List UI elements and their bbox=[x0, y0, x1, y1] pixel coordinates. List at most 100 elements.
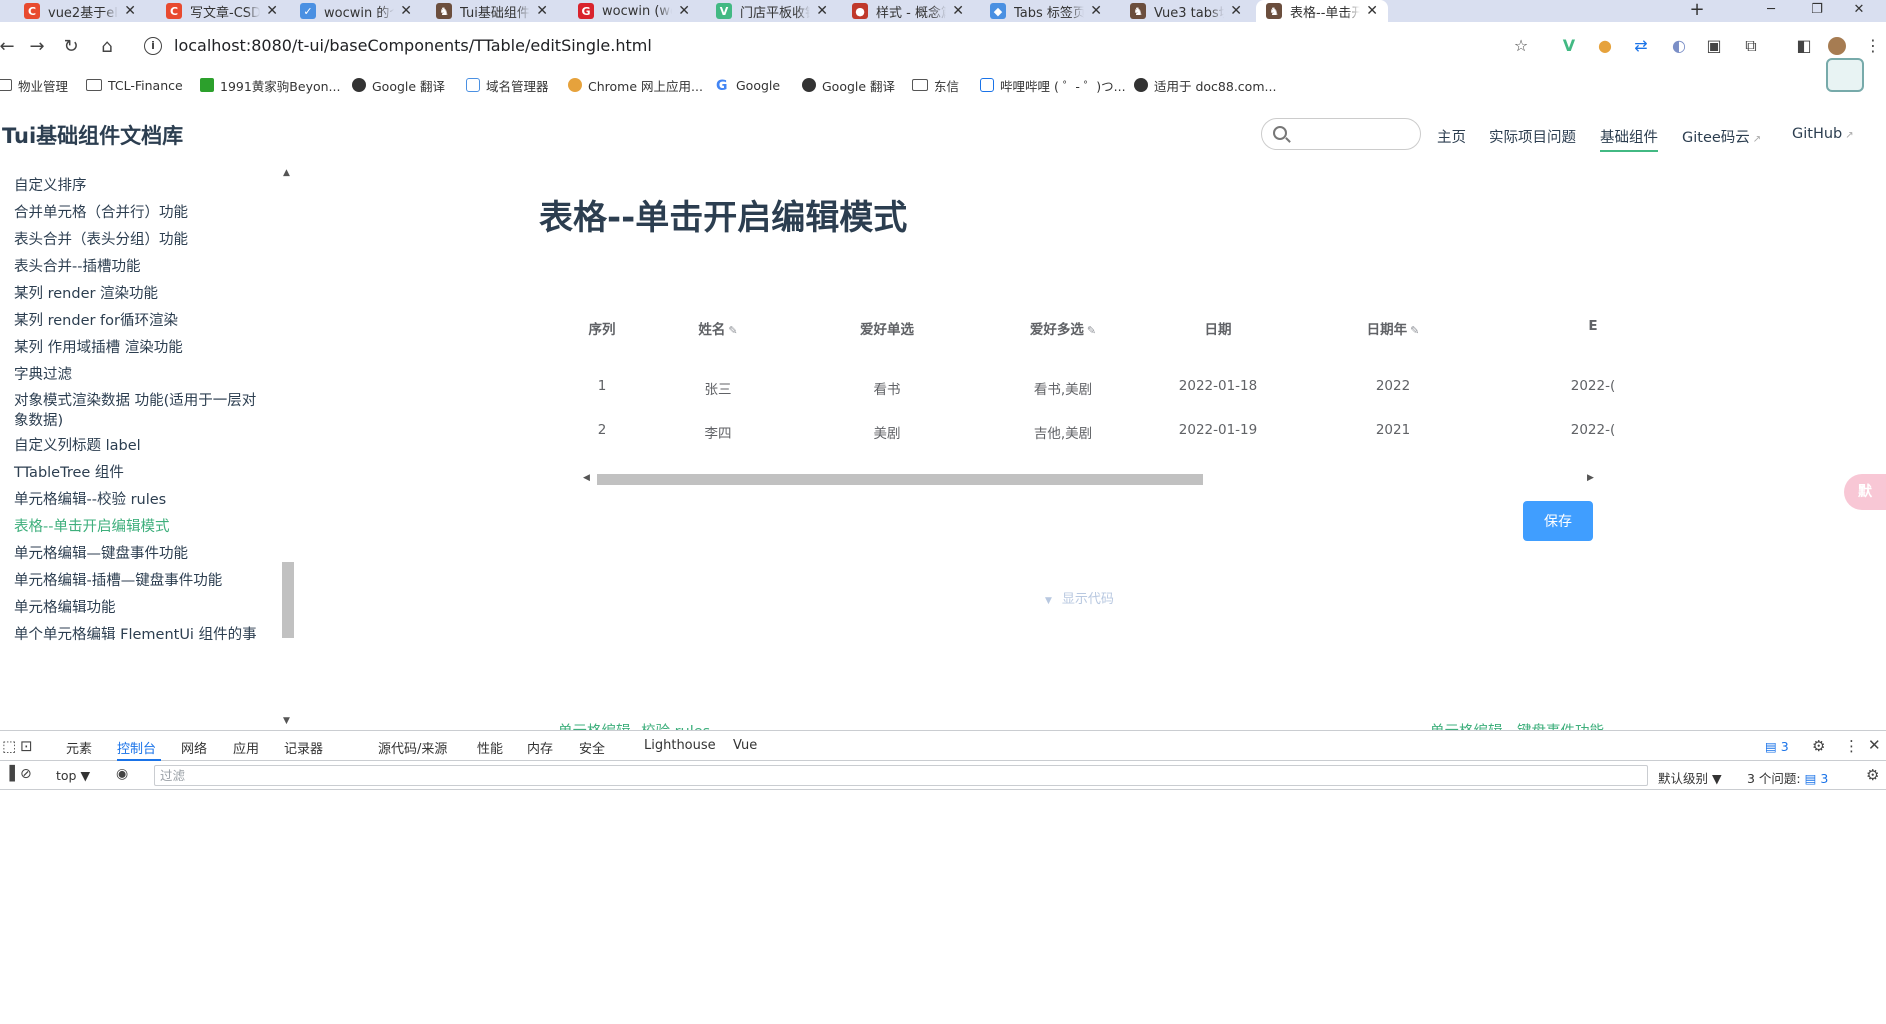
sidebar-item[interactable]: 表头合并--插槽功能 bbox=[14, 257, 264, 277]
bookmark-star-icon[interactable]: ☆ bbox=[1510, 35, 1532, 57]
table-cell[interactable]: 2021 bbox=[1333, 422, 1453, 438]
table-cell[interactable]: 李四 bbox=[658, 422, 778, 442]
extension-icon[interactable]: ● bbox=[1594, 35, 1616, 57]
browser-tab[interactable]: Cvue2基于elemen ✕ bbox=[14, 0, 146, 22]
tab-close-icon[interactable]: ✕ bbox=[536, 3, 548, 19]
site-info-icon[interactable]: i bbox=[144, 36, 162, 55]
devtools-tab[interactable]: 内存 bbox=[527, 738, 553, 757]
sidebar-item[interactable]: 某列 render for循环渲染 bbox=[14, 311, 264, 331]
profile-avatar[interactable] bbox=[1828, 37, 1846, 55]
nav-link-home[interactable]: 主页 bbox=[1437, 126, 1466, 147]
sidebar-item[interactable]: 单元格编辑—键盘事件功能 bbox=[14, 544, 264, 564]
back-icon[interactable]: ← bbox=[0, 33, 20, 59]
sidebar-item[interactable]: 表头合并（表头分组）功能 bbox=[14, 230, 264, 250]
table-cell[interactable]: 2022 bbox=[1333, 378, 1453, 394]
tab-close-icon[interactable]: ✕ bbox=[266, 3, 278, 19]
devtools-tab[interactable]: 安全 bbox=[579, 738, 605, 757]
console-filter-input[interactable]: 过滤 bbox=[154, 765, 1648, 786]
console-settings-gear-icon[interactable]: ⚙ bbox=[1866, 766, 1879, 784]
sidebar-item[interactable]: 自定义列标题 label bbox=[14, 436, 264, 456]
devtools-menu-icon[interactable]: ⋮ bbox=[1844, 737, 1859, 755]
scroll-right-arrow-icon[interactable]: ▶ bbox=[1587, 473, 1594, 483]
floating-assistant-badge[interactable]: 默 bbox=[1844, 474, 1886, 510]
clear-console-icon[interactable]: ⊘ bbox=[20, 766, 32, 782]
sidebar-item[interactable]: 单元格编辑功能 bbox=[14, 598, 264, 618]
sidebar-item[interactable]: TTableTree 组件 bbox=[14, 463, 264, 483]
inspect-element-icon[interactable]: ⬚ bbox=[2, 737, 16, 755]
sidebar-item[interactable]: 对象模式渲染数据 功能(适用于一层对象数据) bbox=[14, 391, 264, 431]
browser-tab[interactable]: ✓ wocwin 的个人主 ✕ bbox=[290, 0, 422, 22]
extension-icon[interactable]: ◐ bbox=[1668, 35, 1690, 57]
next-page-link[interactable]: 单元格编辑—键盘事件功能 bbox=[1430, 720, 1604, 730]
devtools-tab[interactable]: Vue bbox=[733, 738, 757, 753]
site-title[interactable]: Tui基础组件文档库 bbox=[2, 120, 183, 150]
context-selector[interactable]: top ▼ bbox=[56, 768, 90, 783]
tab-close-icon[interactable]: ✕ bbox=[952, 3, 964, 19]
tab-close-icon[interactable]: ✕ bbox=[400, 3, 412, 19]
minimize-window-icon[interactable]: ─ bbox=[1748, 0, 1794, 22]
sidebar-item[interactable]: 表格--单击开启编辑模式 bbox=[14, 517, 264, 537]
tab-close-icon[interactable]: ✕ bbox=[1230, 3, 1242, 19]
close-window-icon[interactable]: ✕ bbox=[1836, 0, 1882, 22]
devtools-tab[interactable]: 控制台 bbox=[117, 738, 156, 757]
scroll-down-arrow-icon[interactable]: ▼ bbox=[283, 716, 290, 726]
devtools-tab[interactable]: 网络 bbox=[181, 738, 207, 757]
sidebar-item[interactable]: 合并单元格（合并行）功能 bbox=[14, 203, 264, 223]
sidebar-item[interactable]: 自定义排序 bbox=[14, 176, 264, 196]
show-code-toggle[interactable]: ▼ 显示代码 bbox=[1045, 588, 1114, 607]
scroll-up-arrow-icon[interactable]: ▲ bbox=[283, 168, 290, 178]
browser-tab[interactable]: C 写文章-CSDN博客 ✕ bbox=[156, 0, 288, 22]
vue-devtools-extension-icon[interactable]: V bbox=[1558, 35, 1580, 57]
nav-link-gitee[interactable]: Gitee码云 ↗ bbox=[1682, 126, 1761, 147]
tab-close-icon[interactable]: ✕ bbox=[1366, 3, 1378, 19]
close-devtools-icon[interactable]: ✕ bbox=[1868, 736, 1881, 754]
table-scroll-thumb[interactable] bbox=[597, 474, 1203, 485]
extensions-puzzle-icon[interactable]: ⧉ bbox=[1740, 35, 1762, 57]
browser-tab[interactable]: V 门店平板收银管 ✕ bbox=[706, 0, 838, 22]
devtools-tab[interactable]: 记录器 bbox=[284, 738, 323, 757]
new-tab-button[interactable]: + bbox=[1686, 0, 1708, 22]
bookmark-item[interactable]: Google 翻译 bbox=[802, 76, 895, 94]
doc88-extension-icon[interactable] bbox=[1826, 58, 1864, 92]
browser-tab[interactable]: ♞ Vue3 tabs切换调 ✕ bbox=[1120, 0, 1252, 22]
devtools-tab[interactable]: 源代码/来源 bbox=[378, 738, 447, 757]
bookmark-item[interactable]: Google 翻译 bbox=[352, 76, 445, 94]
sidebar-item[interactable]: 某列 render 渲染功能 bbox=[14, 284, 264, 304]
restore-window-icon[interactable]: ❐ bbox=[1794, 0, 1840, 22]
sidebar-item[interactable]: 单元格编辑--校验 rules bbox=[14, 490, 264, 510]
address-url[interactable]: localhost:8080/t-ui/baseComponents/TTabl… bbox=[174, 36, 652, 55]
devtools-tab[interactable]: Lighthouse bbox=[644, 738, 716, 753]
bookmark-item[interactable]: TCL-Finance bbox=[86, 76, 183, 94]
browser-tab[interactable]: ◆ Tabs 标签页 | Ele ✕ bbox=[980, 0, 1112, 22]
nav-link-issues[interactable]: 实际项目问题 bbox=[1489, 126, 1576, 147]
address-bar[interactable]: i localhost:8080/t-ui/baseComponents/TTa… bbox=[130, 27, 1530, 64]
forward-icon[interactable]: → bbox=[24, 33, 50, 59]
table-cell[interactable]: 吉他,美剧 bbox=[1003, 422, 1123, 442]
tab-close-icon[interactable]: ✕ bbox=[124, 3, 136, 19]
sync-extension-icon[interactable]: ⇄ bbox=[1630, 35, 1652, 57]
browser-tab[interactable]: ♞ Tui基础组件文档 ✕ bbox=[426, 0, 558, 22]
devtools-tab[interactable]: 应用 bbox=[233, 738, 259, 757]
sidebar-toggle-icon[interactable]: ▐ bbox=[4, 766, 15, 782]
sidebar-scrollbar[interactable] bbox=[282, 168, 294, 730]
home-icon[interactable]: ⌂ bbox=[94, 33, 120, 59]
nav-link-github[interactable]: GitHub ↗ bbox=[1792, 126, 1854, 142]
table-horizontal-scrollbar[interactable]: ◀ ▶ bbox=[583, 472, 1599, 486]
bookmark-item[interactable]: 哔哩哔哩 ( ゜- ゜)つ... bbox=[980, 76, 1126, 94]
prev-page-link[interactable]: 单元格编辑--校验 rules bbox=[558, 720, 710, 730]
sidebar-item[interactable]: 某列 作用域插槽 渲染功能 bbox=[14, 338, 264, 358]
sidebar-item[interactable]: 字典过滤 bbox=[14, 365, 264, 385]
bookmark-item[interactable]: 1991黄家驹Beyon... bbox=[200, 76, 340, 94]
table-cell[interactable]: 看书,美剧 bbox=[1003, 378, 1123, 398]
browser-tab[interactable]: ♞ 表格--单击开启编 ✕ bbox=[1256, 0, 1388, 22]
bookmark-item[interactable]: 域名管理器 bbox=[466, 76, 549, 94]
tab-close-icon[interactable]: ✕ bbox=[678, 3, 690, 19]
sidebar-item[interactable]: 单个单元格编辑 FlementUi 组件的事 bbox=[14, 625, 264, 645]
browser-tab[interactable]: ● 样式 - 概念篇 - 旧 ✕ bbox=[842, 0, 974, 22]
sidebar-item[interactable]: 单元格编辑-插槽—键盘事件功能 bbox=[14, 571, 264, 591]
save-button[interactable]: 保存 bbox=[1523, 501, 1593, 541]
chrome-menu-icon[interactable]: ⋮ bbox=[1862, 35, 1884, 57]
bookmark-item[interactable]: G Google bbox=[716, 76, 780, 95]
side-panel-icon[interactable]: ◧ bbox=[1793, 35, 1815, 57]
search-input[interactable] bbox=[1261, 118, 1421, 150]
